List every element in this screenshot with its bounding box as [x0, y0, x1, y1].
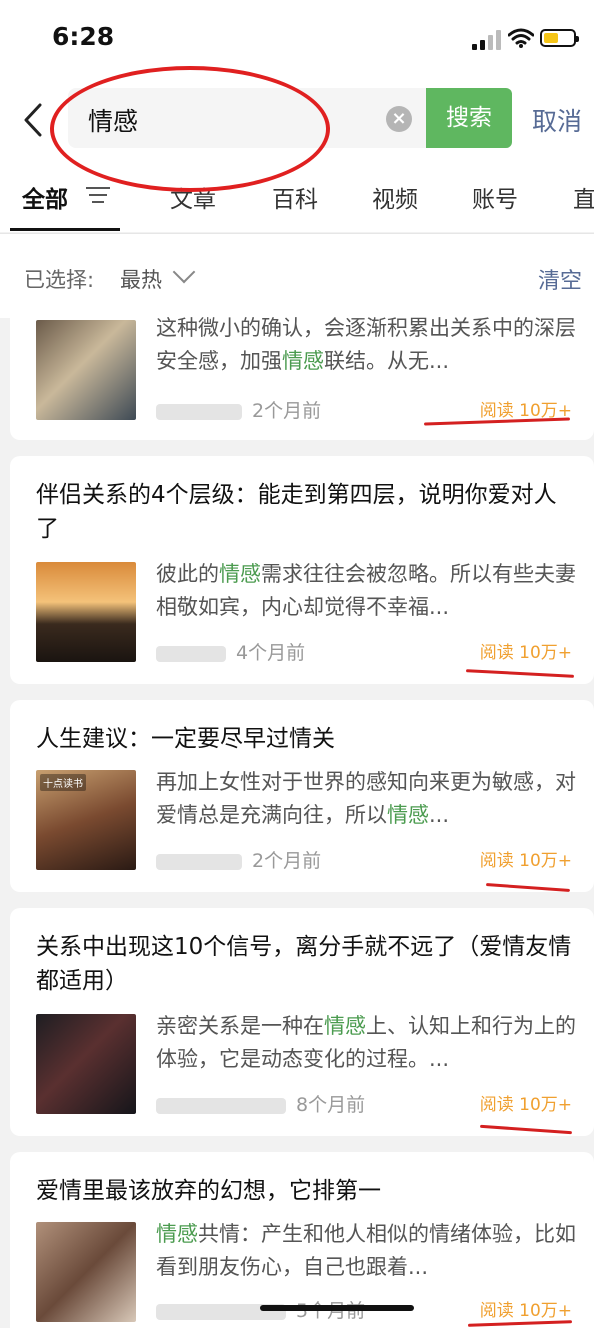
highlight-keyword: 情感	[156, 1222, 198, 1246]
read-count: 阅读 10万+	[479, 851, 572, 871]
tab-videos[interactable]: 视频	[372, 180, 418, 214]
search-bar: 情感 × 搜索 取消	[0, 80, 594, 162]
highlight-keyword: 情感	[324, 1014, 366, 1038]
result-title[interactable]: 人生建议：一定要尽早过情关	[36, 722, 576, 756]
filter-bar: 已选择: 最热 清空	[0, 233, 594, 318]
result-time: 2个月前	[252, 850, 322, 872]
blurred-author	[156, 1097, 286, 1114]
blurred-author	[156, 403, 242, 420]
highlight-keyword: 情感	[282, 349, 324, 373]
tab-encyclopedia[interactable]: 百科	[272, 180, 318, 214]
chevron-down-icon[interactable]	[172, 260, 196, 284]
filter-selected-value[interactable]: 最热	[120, 264, 162, 294]
result-meta: 8个月前	[156, 1090, 365, 1117]
result-card[interactable]: 关系中出现这10个信号，离分手就不远了（爱情友情都适用） 亲密关系是一种在情感上…	[10, 908, 594, 1136]
result-snippet: 这种微小的确认，会逐渐积累出关系中的深层安全感，加强情感联结。从无...	[156, 316, 576, 373]
home-indicator[interactable]	[260, 1305, 414, 1311]
search-query-text[interactable]: 情感	[88, 102, 138, 138]
cancel-button[interactable]: 取消	[532, 102, 582, 138]
result-meta: 4个月前	[156, 638, 305, 665]
red-annotation-underline	[465, 669, 575, 678]
result-card[interactable]: 人生建议：一定要尽早过情关 十点读书 再加上女性对于世界的感知向来更为敏感，对爱…	[10, 700, 594, 892]
highlight-keyword: 情感	[387, 803, 429, 827]
tab-articles[interactable]: 文章	[170, 180, 216, 214]
result-snippet: 情感共情：产生和他人相似的情绪体验，比如看到朋友伤心，自己也跟着...	[156, 1222, 576, 1279]
red-annotation-underline	[480, 1124, 572, 1135]
clear-filter-link[interactable]: 清空	[538, 263, 582, 295]
filter-icon[interactable]	[86, 184, 112, 206]
search-input[interactable]: 情感 ×	[68, 88, 426, 148]
red-annotation-underline	[485, 883, 571, 892]
red-annotation-underline	[467, 1320, 573, 1327]
tab-accounts[interactable]: 账号	[472, 180, 518, 214]
result-title[interactable]: 爱情里最该放弃的幻想，它排第一	[36, 1174, 576, 1208]
result-snippet: 彼此的情感需求往往会被忽略。所以有些夫妻相敬如宾，内心却觉得不幸福...	[156, 562, 576, 619]
tab-all[interactable]: 全部	[22, 180, 68, 214]
back-chevron-icon[interactable]	[18, 102, 48, 138]
result-snippet: 再加上女性对于世界的感知向来更为敏感，对爱情总是充满向往，所以情感...	[156, 770, 576, 827]
result-thumbnail	[36, 1222, 136, 1322]
result-title[interactable]: 关系中出现这10个信号，离分手就不远了（爱情友情都适用）	[36, 930, 576, 998]
filter-selected-label: 已选择:	[24, 268, 95, 292]
active-tab-indicator	[10, 228, 120, 231]
result-snippet: 亲密关系是一种在情感上、认知上和行为上的体验，它是动态变化的过程。...	[156, 1014, 576, 1071]
cellular-signal-icon	[472, 30, 502, 50]
read-count: 阅读 10万+	[479, 643, 572, 663]
result-time: 4个月前	[236, 642, 306, 664]
result-time: 5个月前	[296, 1300, 366, 1322]
result-time: 8个月前	[296, 1094, 366, 1116]
battery-icon	[540, 29, 579, 47]
result-thumbnail	[36, 1014, 136, 1114]
status-time: 6:28	[52, 22, 115, 51]
status-bar: 6:28	[0, 0, 594, 80]
result-title[interactable]: 伴侣关系的4个层级：能走到第四层，说明你爱对人了	[36, 478, 576, 546]
category-tabs: 全部 文章 百科 视频 账号 直	[0, 162, 594, 232]
blurred-author	[156, 645, 226, 662]
result-thumbnail: 十点读书	[36, 770, 136, 870]
thumbnail-badge: 十点读书	[40, 774, 86, 791]
search-button[interactable]: 搜索	[426, 88, 512, 148]
read-count: 阅读 10万+	[479, 1095, 572, 1115]
result-meta: 2个月前	[156, 396, 321, 423]
result-time: 2个月前	[252, 400, 322, 422]
result-card[interactable]: 这种微小的确认，会逐渐积累出关系中的深层安全感，加强情感联结。从无... 2个月…	[10, 316, 594, 440]
result-thumbnail	[36, 562, 136, 662]
blurred-author	[156, 853, 242, 870]
result-thumbnail	[36, 320, 136, 420]
highlight-keyword: 情感	[219, 562, 261, 586]
tab-live[interactable]: 直	[573, 180, 594, 214]
result-card[interactable]: 伴侣关系的4个层级：能走到第四层，说明你爱对人了 彼此的情感需求往往会被忽略。所…	[10, 456, 594, 684]
clear-input-icon[interactable]: ×	[386, 106, 412, 132]
wifi-icon	[508, 28, 534, 48]
result-card[interactable]: 爱情里最该放弃的幻想，它排第一 情感共情：产生和他人相似的情绪体验，比如看到朋友…	[10, 1152, 594, 1328]
read-count: 阅读 10万+	[479, 1301, 572, 1321]
result-meta: 2个月前	[156, 846, 321, 873]
